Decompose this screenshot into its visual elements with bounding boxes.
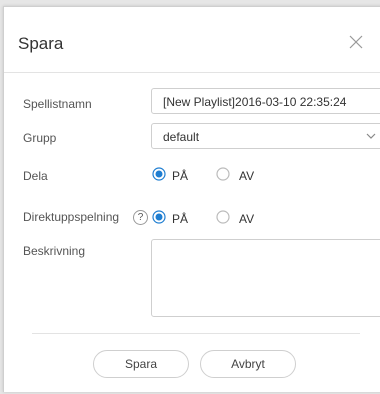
direct-play-off-label: AV xyxy=(239,212,255,226)
playlist-name-input[interactable]: [New Playlist]2016-03-10 22:35:24 xyxy=(151,88,380,114)
cancel-button[interactable]: Avbryt xyxy=(200,350,296,378)
direct-play-on-radio[interactable] xyxy=(152,210,166,224)
divider xyxy=(32,333,360,334)
dialog-title: Spara xyxy=(18,34,64,53)
dialog-header: Spara xyxy=(4,7,380,73)
group-select[interactable]: default xyxy=(151,123,380,149)
description-label: Beskrivning xyxy=(23,244,86,258)
group-label: Grupp xyxy=(23,131,57,145)
share-off-label: AV xyxy=(239,169,255,183)
save-playlist-dialog: Spara Spellistnamn [New Playlist]2016-03… xyxy=(3,6,380,392)
direct-play-label: Direktuppspelning xyxy=(23,210,120,224)
playlist-name-label: Spellistnamn xyxy=(23,97,92,111)
share-off-radio[interactable] xyxy=(216,167,230,181)
share-on-radio[interactable] xyxy=(152,167,166,181)
direct-play-on-label: PÅ xyxy=(172,212,189,226)
group-select-value: default xyxy=(163,130,200,144)
direct-play-off-radio[interactable] xyxy=(216,210,230,224)
chevron-down-icon xyxy=(366,133,376,139)
share-label: Dela xyxy=(23,169,48,183)
share-on-label: PÅ xyxy=(172,169,189,183)
save-button[interactable]: Spara xyxy=(93,350,189,378)
close-icon[interactable] xyxy=(347,33,365,51)
help-icon[interactable]: ? xyxy=(133,210,148,225)
description-textarea[interactable] xyxy=(151,239,380,317)
